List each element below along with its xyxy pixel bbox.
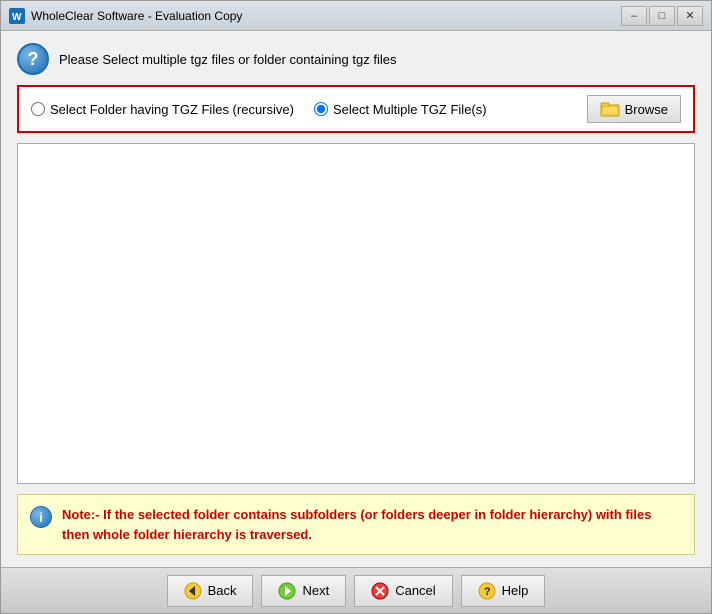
help-label: Help xyxy=(502,583,529,598)
minimize-button[interactable]: – xyxy=(621,6,647,26)
help-button[interactable]: ? Help xyxy=(461,575,546,607)
options-box: Select Folder having TGZ Files (recursiv… xyxy=(17,85,695,133)
next-button[interactable]: Next xyxy=(261,575,346,607)
next-label: Next xyxy=(302,583,329,598)
note-info-icon: i xyxy=(30,506,52,528)
help-icon: ? xyxy=(478,582,496,600)
option-files[interactable]: Select Multiple TGZ File(s) xyxy=(314,102,487,117)
radio-folder[interactable] xyxy=(31,102,45,116)
back-icon xyxy=(184,582,202,600)
footer: Back Next Cancel ? Help xyxy=(1,567,711,613)
note-text: Note:- If the selected folder contains s… xyxy=(62,505,682,544)
next-icon xyxy=(278,582,296,600)
header-text: Please Select multiple tgz files or fold… xyxy=(59,52,396,67)
browse-button[interactable]: Browse xyxy=(587,95,681,123)
svg-text:?: ? xyxy=(484,586,491,598)
option-folder-label: Select Folder having TGZ Files (recursiv… xyxy=(50,102,294,117)
header-info-icon: ? xyxy=(17,43,49,75)
cancel-label: Cancel xyxy=(395,583,435,598)
maximize-button[interactable]: □ xyxy=(649,6,675,26)
content-area: ? Please Select multiple tgz files or fo… xyxy=(1,31,711,567)
back-label: Back xyxy=(208,583,237,598)
window-controls: – □ ✕ xyxy=(621,6,703,26)
app-icon: W xyxy=(9,8,25,24)
close-button[interactable]: ✕ xyxy=(677,6,703,26)
title-bar: W WholeClear Software - Evaluation Copy … xyxy=(1,1,711,31)
window-title: WholeClear Software - Evaluation Copy xyxy=(31,9,621,23)
option-folder[interactable]: Select Folder having TGZ Files (recursiv… xyxy=(31,102,294,117)
option-files-label: Select Multiple TGZ File(s) xyxy=(333,102,487,117)
main-window: W WholeClear Software - Evaluation Copy … xyxy=(0,0,712,614)
browse-label: Browse xyxy=(625,102,668,117)
back-button[interactable]: Back xyxy=(167,575,254,607)
cancel-icon xyxy=(371,582,389,600)
header-row: ? Please Select multiple tgz files or fo… xyxy=(17,43,695,75)
browse-icon xyxy=(600,101,620,117)
cancel-button[interactable]: Cancel xyxy=(354,575,452,607)
note-box: i Note:- If the selected folder contains… xyxy=(17,494,695,555)
radio-files[interactable] xyxy=(314,102,328,116)
file-list-box xyxy=(17,143,695,484)
svg-text:W: W xyxy=(12,12,22,23)
